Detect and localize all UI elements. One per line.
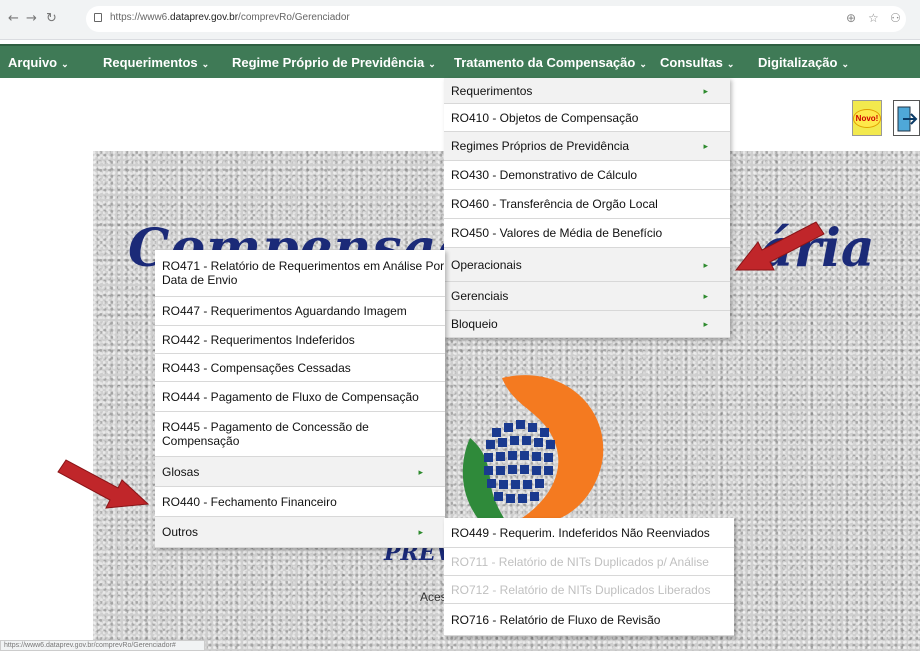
menu-item-ro443[interactable]: RO443 - Compensações Cessadas [155, 354, 445, 382]
submenu-arrow-icon: ▸ [703, 85, 708, 96]
menu-item-regimes-proprios[interactable]: Regimes Próprios de Previdência ▸ [444, 132, 730, 161]
menu-item-ro460[interactable]: RO460 - Transferência de Orgão Local [444, 190, 730, 219]
menu-item-label: RO460 - Transferência de Orgão Local [451, 197, 658, 211]
menu-operacionais-dropdown: RO471 - Relatório de Requerimentos em An… [155, 250, 445, 548]
menu-item-bloqueio[interactable]: Bloqueio ▸ [444, 311, 730, 338]
menu-item-label: RO471 - Relatório de Requerimentos em An… [162, 259, 445, 287]
menu-outros-dropdown: RO449 - Requerim. Indeferidos Não Reenvi… [444, 518, 734, 636]
menu-item-label: RO410 - Objetos de Compensação [451, 110, 639, 125]
menu-item-label: RO712 - Relatório de NITs Duplicados Lib… [451, 582, 711, 597]
menu-item-label: Gerenciais [451, 289, 509, 303]
menu-label: Regime Próprio de Previdência [232, 55, 425, 70]
submenu-arrow-icon: ▸ [703, 141, 708, 151]
lock-icon [94, 13, 102, 22]
menu-item-ro449[interactable]: RO449 - Requerim. Indeferidos Não Reenvi… [444, 518, 734, 548]
menu-label: Consultas [660, 55, 723, 70]
menu-item-label: RO445 - Pagamento de Concessão de Compen… [162, 420, 369, 448]
menu-consultas[interactable]: Consultas ⌄ [660, 55, 734, 70]
url-path: /comprevRo/Gerenciador [238, 12, 350, 23]
access-text-fragment: Aces [420, 590, 447, 604]
menu-item-glosas[interactable]: Glosas ▸ [155, 457, 445, 487]
novo-badge: Novo! [852, 108, 882, 128]
menu-item-label: RO450 - Valores de Média de Benefício [451, 226, 663, 240]
menu-tratamento-compensacao[interactable]: Tratamento da Compensação ⌄ [454, 55, 647, 70]
menu-item-ro447[interactable]: RO447 - Requerimentos Aguardando Imagem [155, 297, 445, 326]
menu-item-label: RO449 - Requerim. Indeferidos Não Reenvi… [451, 525, 710, 540]
submenu-arrow-icon: ▸ [703, 259, 708, 270]
menu-item-gerenciais[interactable]: Gerenciais ▸ [444, 282, 730, 311]
url-host: dataprev.gov.br [170, 12, 239, 23]
chevron-down-icon: ⌄ [726, 59, 735, 69]
menu-label: Digitalização [758, 55, 838, 70]
menu-arquivo[interactable]: Arquivo ⌄ [8, 55, 69, 70]
menu-label: Requerimentos [103, 55, 198, 70]
menu-item-ro430[interactable]: RO430 - Demonstrativo de Cálculo [444, 161, 730, 190]
address-bar[interactable]: https://www6.dataprev.gov.br/comprevRo/G… [86, 6, 906, 32]
exit-icon[interactable] [893, 100, 920, 136]
menu-item-label: RO711 - Relatório de NITs Duplicados p/ … [451, 554, 709, 569]
menu-item-label: Requerimentos [451, 83, 533, 98]
novo-button[interactable]: Novo! [852, 100, 882, 136]
chevron-down-icon: ⌄ [428, 59, 436, 69]
submenu-arrow-icon: ▸ [703, 319, 708, 329]
extension-icon[interactable]: ⚇ [890, 11, 901, 25]
menu-item-operacionais[interactable]: Operacionais ▸ [444, 248, 730, 282]
menu-regime-proprio[interactable]: Regime Próprio de Previdência ⌄ [232, 55, 436, 70]
menu-item-label: RO443 - Compensações Cessadas [162, 360, 351, 375]
forward-arrow-icon[interactable]: → [26, 11, 37, 26]
menu-item-ro471[interactable]: RO471 - Relatório de Requerimentos em An… [155, 250, 445, 297]
menu-item-label: RO440 - Fechamento Financeiro [162, 494, 337, 509]
red-arrow-icon [734, 221, 825, 271]
submenu-arrow-icon: ▸ [703, 291, 708, 301]
menu-item-ro711: RO711 - Relatório de NITs Duplicados p/ … [444, 548, 734, 576]
menu-item-label: RO442 - Requerimentos Indeferidos [162, 332, 355, 347]
menu-item-label: RO444 - Pagamento de Fluxo de Compensaçã… [162, 389, 419, 404]
menu-item-ro450[interactable]: RO450 - Valores de Média de Benefício [444, 219, 730, 248]
status-bar-url: https://www6.dataprev.gov.br/comprevRo/G… [0, 640, 205, 651]
chevron-down-icon: ⌄ [61, 59, 69, 69]
main-menubar: Arquivo ⌄ Requerimentos ⌄ Regime Próprio d… [0, 44, 920, 78]
zoom-icon[interactable]: ⊕ [846, 11, 856, 25]
url-prefix: https://www6. [110, 12, 171, 23]
menu-item-label: RO716 - Relatório de Fluxo de Revisão [451, 612, 661, 627]
submenu-arrow-icon: ▸ [418, 466, 423, 477]
back-arrow-icon[interactable]: ← [8, 11, 19, 26]
chevron-down-icon: ⌄ [639, 59, 647, 69]
menu-item-requerimentos[interactable]: Requerimentos ▸ [444, 78, 730, 104]
menu-item-label: Regimes Próprios de Previdência [451, 139, 630, 153]
menu-item-ro716[interactable]: RO716 - Relatório de Fluxo de Revisão [444, 604, 734, 636]
menu-item-ro440[interactable]: RO440 - Fechamento Financeiro [155, 487, 445, 517]
browser-toolbar: ← → ↻ https://www6.dataprev.gov.br/compr… [0, 0, 920, 40]
menu-item-label: Operacionais [451, 257, 522, 272]
url-text: https://www6.dataprev.gov.br/comprevRo/G… [110, 12, 350, 23]
menu-digitalizacao[interactable]: Digitalização ⌄ [758, 55, 849, 70]
menu-item-ro445[interactable]: RO445 - Pagamento de Concessão de Compen… [155, 412, 445, 457]
menu-item-label: Glosas [162, 464, 200, 479]
menu-tratamento-dropdown: Requerimentos ▸ RO410 - Objetos de Compen… [444, 78, 730, 338]
menu-label: Arquivo [8, 55, 58, 70]
menu-item-label: RO430 - Demonstrativo de Cálculo [451, 168, 638, 182]
chevron-down-icon: ⌄ [841, 59, 850, 69]
submenu-arrow-icon: ▸ [418, 527, 423, 537]
menu-item-label: Bloqueio [451, 317, 498, 331]
menu-item-ro712: RO712 - Relatório de NITs Duplicados Lib… [444, 576, 734, 604]
menu-item-label: Outros [162, 525, 199, 539]
menu-item-ro410[interactable]: RO410 - Objetos de Compensação [444, 104, 730, 132]
menu-item-label: RO447 - Requerimentos Aguardando Imagem [162, 304, 407, 318]
chevron-down-icon: ⌄ [201, 59, 210, 69]
reload-icon[interactable]: ↻ [46, 11, 57, 26]
menu-item-ro442[interactable]: RO442 - Requerimentos Indeferidos [155, 326, 445, 354]
star-icon[interactable]: ☆ [868, 11, 879, 25]
menu-item-ro444[interactable]: RO444 - Pagamento de Fluxo de Compensaçã… [155, 382, 445, 412]
menu-requerimentos[interactable]: Requerimentos ⌄ [103, 55, 209, 70]
red-arrow-icon [57, 459, 150, 509]
menu-item-outros[interactable]: Outros ▸ [155, 517, 445, 548]
menu-label: Tratamento da Compensação [454, 55, 636, 70]
